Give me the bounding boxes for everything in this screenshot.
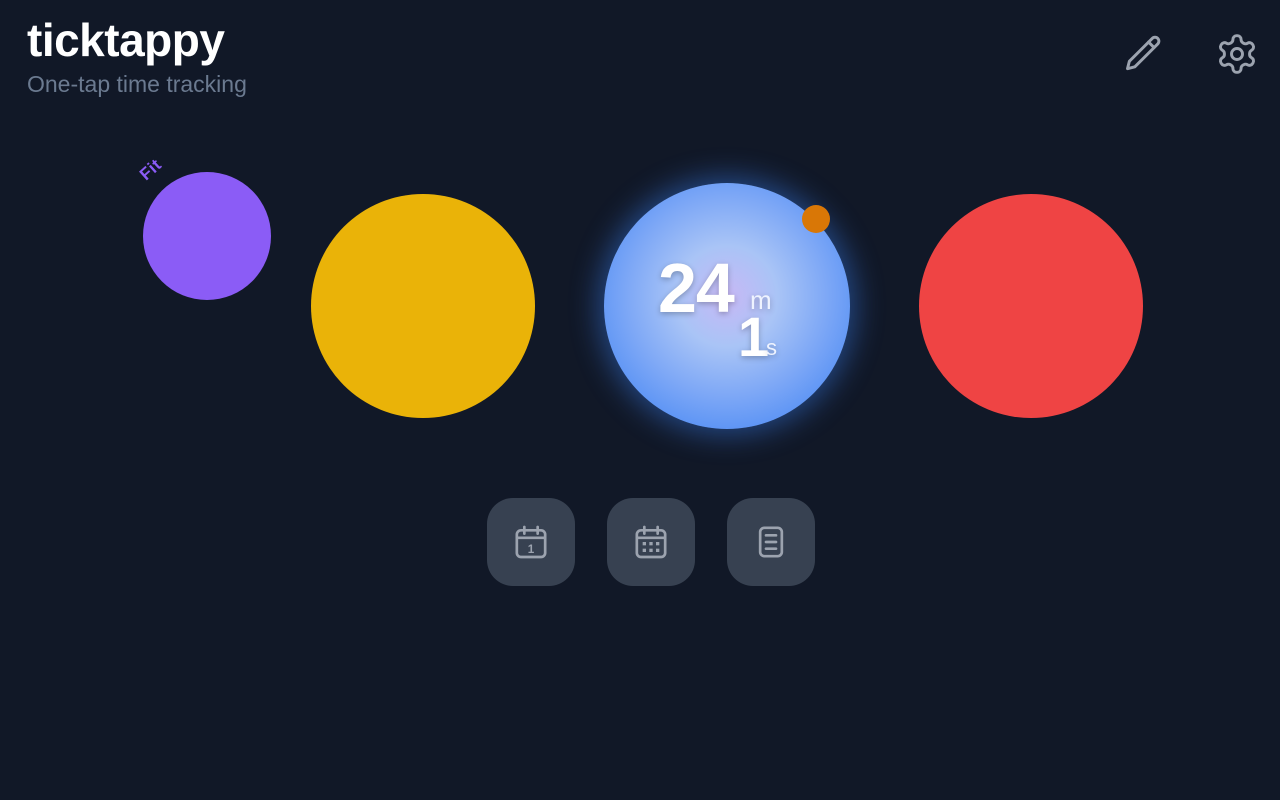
day-view-button[interactable]: 1 — [487, 498, 575, 586]
bubble-fit-label: Fit — [136, 155, 166, 185]
app-root: ticktappy One-tap time tracking Fit 24 m… — [0, 0, 1280, 800]
report-icon — [758, 526, 784, 558]
gear-icon — [1219, 34, 1255, 74]
activity-bubble-yellow[interactable] — [311, 194, 535, 418]
pencil-icon — [1126, 35, 1161, 71]
edit-button[interactable] — [1118, 28, 1170, 80]
calendar-day-number: 1 — [528, 543, 535, 556]
activity-bubble-fit[interactable] — [143, 172, 271, 300]
report-button[interactable] — [727, 498, 815, 586]
app-title: ticktappy — [27, 14, 225, 66]
app-subtitle: One-tap time tracking — [27, 71, 247, 97]
brand-header: ticktappy One-tap time tracking — [27, 14, 247, 99]
settings-button[interactable] — [1211, 28, 1263, 80]
status-dot — [802, 205, 830, 233]
calendar-day-icon: 1 — [515, 525, 547, 559]
activity-bubble-red[interactable] — [919, 194, 1143, 418]
calendar-month-icon — [635, 525, 667, 559]
month-view-button[interactable] — [607, 498, 695, 586]
